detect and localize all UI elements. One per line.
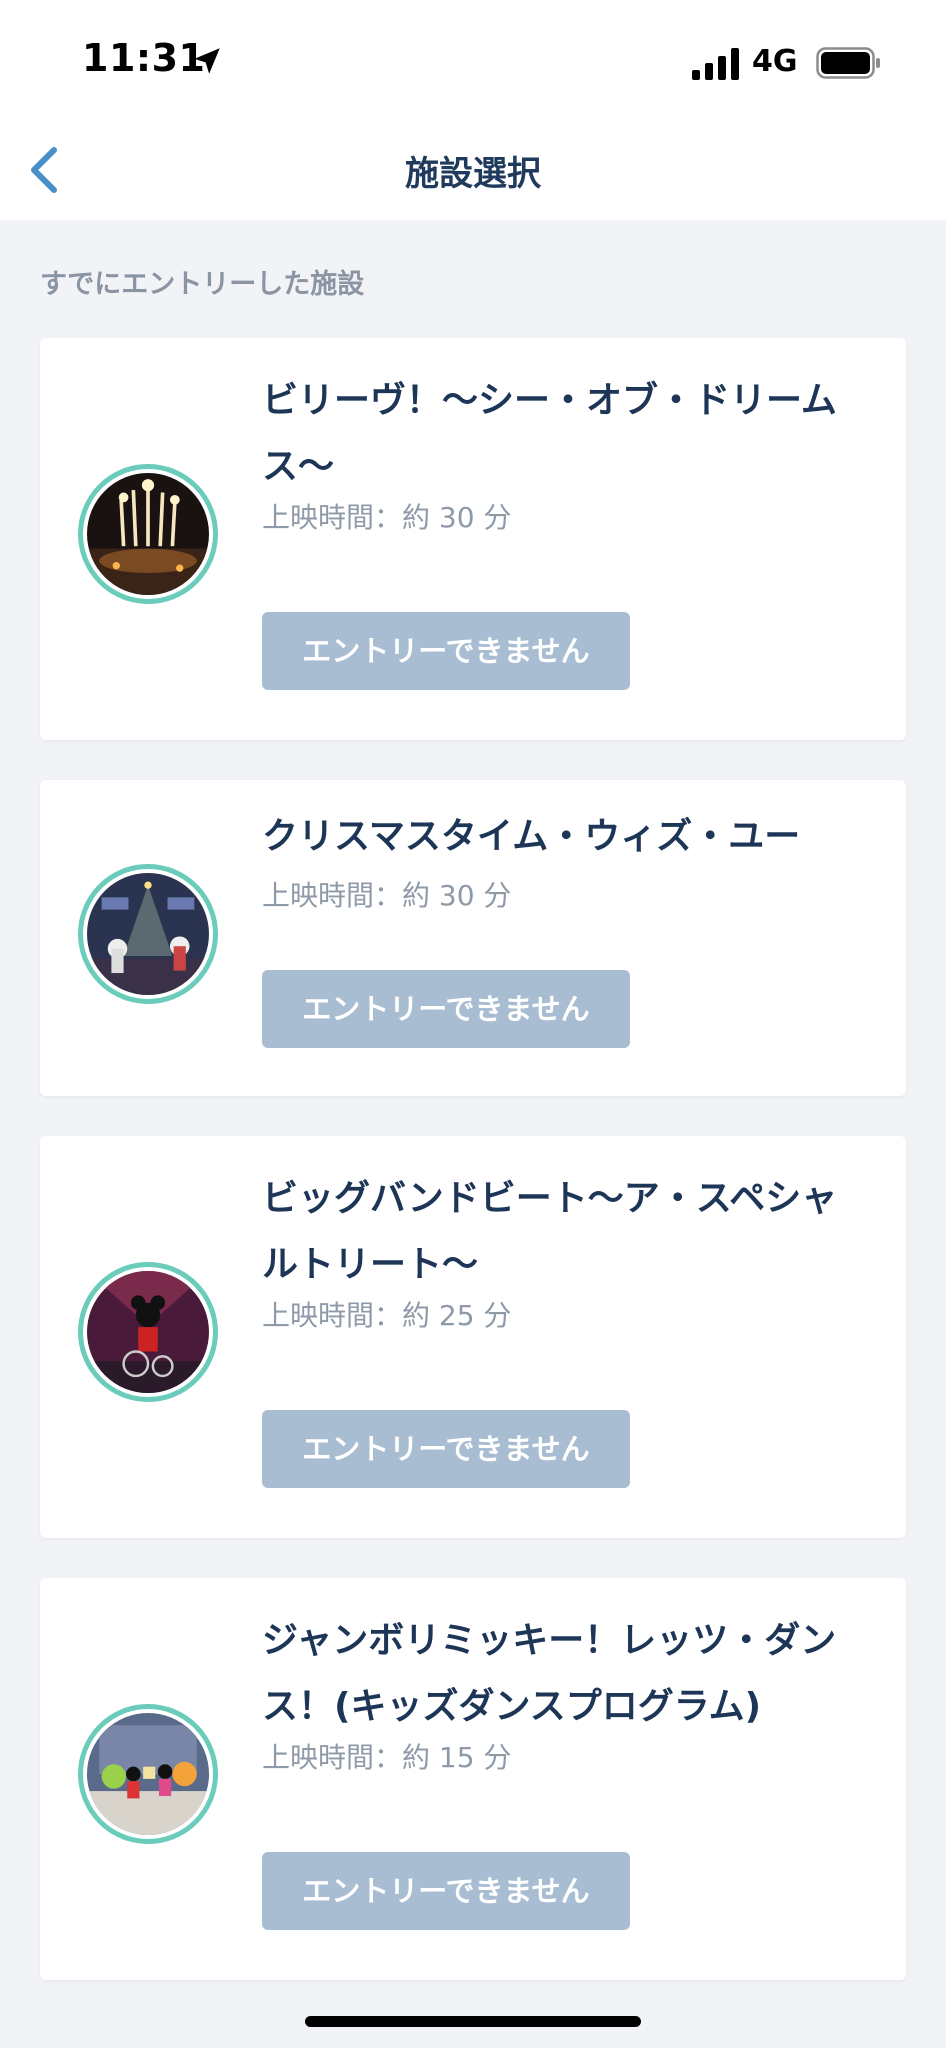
card-title: クリスマスタイム・ウィズ・ユー <box>262 816 801 857</box>
card-duration: 上映時間：約 25 分 <box>262 1299 512 1332</box>
location-arrow-icon <box>194 48 220 74</box>
card-duration: 上映時間：約 15 分 <box>262 1741 512 1774</box>
fireworks-show-thumbnail <box>78 464 218 604</box>
entry-unavailable-button[interactable]: エントリーできません <box>262 1852 630 1930</box>
card-duration: 上映時間：約 30 分 <box>262 879 512 912</box>
nav-bar: 施設選択 <box>0 120 946 220</box>
card-title: ビッグバンドビート〜ア・スペシャルトリート〜 <box>262 1178 838 1285</box>
signal-bars-icon <box>692 48 739 80</box>
card-duration: 上映時間：約 30 分 <box>262 501 512 534</box>
network-type: 4G <box>752 44 798 79</box>
facility-card[interactable]: クリスマスタイム・ウィズ・ユー 上映時間：約 30 分 エントリーできません <box>40 780 906 1096</box>
entry-unavailable-button[interactable]: エントリーできません <box>262 1410 630 1488</box>
facility-list: すでにエントリーした施設 ビリーヴ！〜シー・オブ・ドリームス〜 上映時間：約 3… <box>0 220 946 2048</box>
card-title: ビリーヴ！〜シー・オブ・ドリームス〜 <box>262 380 837 487</box>
christmas-stage-thumbnail <box>78 864 218 1004</box>
home-indicator[interactable] <box>305 2016 641 2027</box>
battery-icon <box>816 47 880 79</box>
entry-unavailable-button[interactable]: エントリーできません <box>262 970 630 1048</box>
card-title: ジャンボリミッキー！レッツ・ダンス！(キッズダンスプログラム) <box>262 1620 837 1727</box>
facility-card[interactable]: ビリーヴ！〜シー・オブ・ドリームス〜 上映時間：約 30 分 エントリーできませ… <box>40 338 906 740</box>
section-label: すでにエントリーした施設 <box>40 269 365 300</box>
facility-card[interactable]: ジャンボリミッキー！レッツ・ダンス！(キッズダンスプログラム) 上映時間：約 1… <box>40 1578 906 1980</box>
status-time: 11:31 <box>82 36 206 80</box>
big-band-stage-thumbnail <box>78 1262 218 1402</box>
kids-dance-stage-thumbnail <box>78 1704 218 1844</box>
entry-unavailable-button[interactable]: エントリーできません <box>262 612 630 690</box>
page-title: 施設選択 <box>405 154 541 194</box>
facility-card[interactable]: ビッグバンドビート〜ア・スペシャルトリート〜 上映時間：約 25 分 エントリー… <box>40 1136 906 1538</box>
status-bar: 11:31 4G <box>0 0 946 120</box>
